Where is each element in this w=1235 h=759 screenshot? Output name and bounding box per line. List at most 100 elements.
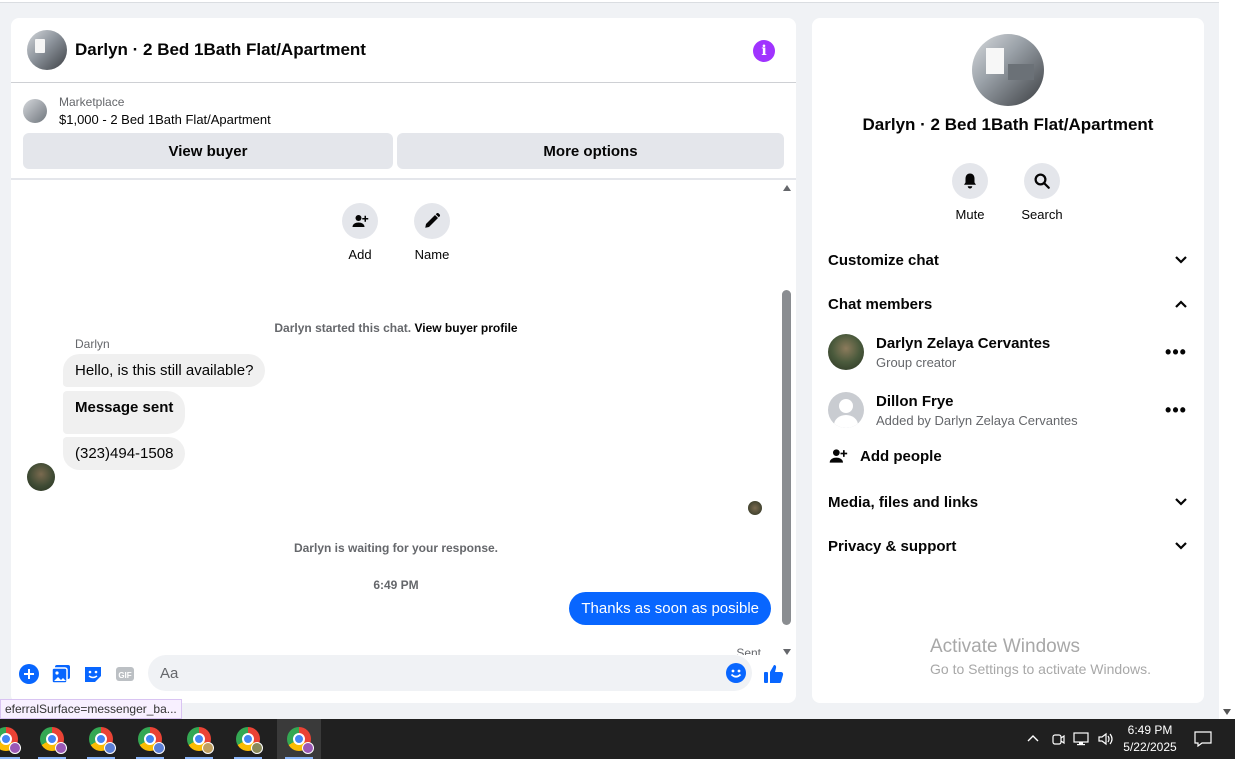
sender-name: Darlyn (75, 337, 110, 351)
privacy-label: Privacy & support (828, 537, 957, 555)
clock-time: 6:49 PM (1127, 723, 1173, 737)
watermark-title: Activate Windows (930, 636, 1080, 657)
taskbar-chrome-app[interactable] (128, 719, 172, 759)
chrome-icon (40, 727, 67, 754)
photo-icon[interactable] (51, 664, 71, 684)
volume-icon[interactable] (1097, 719, 1115, 759)
taskbar-chrome-app-active[interactable] (277, 719, 321, 759)
plus-circle-icon[interactable] (19, 664, 39, 684)
page-scrollbar[interactable] (1219, 0, 1235, 719)
show-hidden-icons[interactable] (1026, 719, 1040, 759)
notification-icon[interactable] (1194, 719, 1212, 759)
media-section[interactable]: Media, files and links (828, 490, 1188, 514)
thumbs-up-icon[interactable] (763, 663, 785, 685)
taskbar-chrome-app[interactable] (79, 719, 123, 759)
panel-avatar[interactable] (972, 34, 1044, 106)
message-input-wrapper[interactable] (148, 655, 752, 691)
media-label: Media, files and links (828, 493, 979, 511)
chevron-down-icon (1175, 256, 1187, 264)
message-input[interactable] (160, 664, 700, 682)
bell-icon[interactable] (952, 163, 988, 199)
scrollbar-thumb[interactable] (782, 290, 791, 625)
listing-thumbnail (23, 99, 47, 123)
waiting-notice: Darlyn is waiting for your response. (293, 541, 499, 555)
more-horizontal-icon[interactable]: ••• (1164, 342, 1188, 363)
mute-label: Mute (955, 207, 985, 222)
marketplace-label: Marketplace (59, 95, 125, 109)
more-horizontal-icon[interactable]: ••• (1164, 400, 1188, 421)
chrome-icon (236, 727, 263, 754)
more-options-button[interactable]: More options (397, 133, 784, 169)
view-buyer-button[interactable]: View buyer (23, 133, 393, 169)
member-item[interactable]: Dillon Frye Added by Darlyn Zelaya Cerva… (828, 390, 1188, 430)
add-label: Add (348, 247, 372, 262)
chat-header: Darlyn · 2 Bed 1Bath Flat/Apartment i (11, 18, 796, 83)
link-status-tooltip: eferralSurface=messenger_ba... (0, 699, 182, 719)
sticker-icon[interactable] (83, 664, 103, 684)
outgoing-message[interactable]: Thanks as soon as posible (569, 592, 771, 625)
message-composer: GIF (11, 655, 796, 703)
mute-action[interactable]: Mute (938, 163, 1002, 222)
taskbar-chrome-app[interactable] (177, 719, 221, 759)
member-avatar[interactable] (828, 334, 864, 370)
member-item[interactable]: Darlyn Zelaya Cervantes Group creator ••… (828, 332, 1188, 372)
add-people-button[interactable]: Add people (828, 446, 942, 466)
chevron-up-icon (1027, 735, 1039, 742)
member-name: Dillon Frye (876, 392, 954, 410)
gif-icon[interactable]: GIF (115, 664, 135, 684)
system-clock[interactable]: 6:49 PM 5/22/2025 (1118, 722, 1182, 756)
incoming-message[interactable]: Hello, is this still available? (63, 354, 266, 387)
incoming-message[interactable]: Message sent (63, 391, 186, 434)
incoming-message[interactable]: (323)494-1508 (63, 437, 186, 470)
chat-title[interactable]: Darlyn · 2 Bed 1Bath Flat/Apartment (75, 40, 366, 60)
message-list: Add Name Darlyn started this chat. View … (11, 180, 796, 655)
add-person-icon (829, 449, 848, 463)
search-label: Search (1021, 207, 1063, 222)
chrome-icon (187, 727, 214, 754)
meet-now-icon[interactable] (1050, 719, 1066, 759)
listing-price-title: $1,000 - 2 Bed 1Bath Flat/Apartment (59, 112, 271, 127)
browser-top-strip (0, 0, 1219, 3)
seen-indicator-avatar (748, 501, 762, 515)
taskbar-chrome-app[interactable] (226, 719, 270, 759)
message-scrollbar[interactable] (782, 183, 796, 655)
chevron-up-icon (1175, 300, 1187, 308)
scroll-up-arrow-icon[interactable] (783, 185, 791, 191)
search-action[interactable]: Search (1010, 163, 1074, 222)
name-chat-action[interactable]: Name (402, 203, 462, 262)
member-avatar[interactable] (828, 392, 864, 428)
chat-members-section[interactable]: Chat members (828, 292, 1188, 316)
chrome-icon (0, 727, 21, 754)
taskbar-chrome-app[interactable] (30, 719, 74, 759)
info-icon[interactable]: i (753, 40, 775, 62)
scroll-down-arrow-icon[interactable] (1223, 709, 1231, 715)
add-person-icon[interactable] (342, 203, 378, 239)
marketplace-listing[interactable]: Marketplace $1,000 - 2 Bed 1Bath Flat/Ap… (23, 95, 271, 127)
chat-avatar[interactable] (27, 30, 67, 70)
panel-title: Darlyn · 2 Bed 1Bath Flat/Apartment (862, 115, 1154, 134)
chevron-down-icon (1175, 542, 1187, 550)
sender-avatar[interactable] (27, 463, 55, 491)
message-timestamp: 6:49 PM (373, 578, 419, 592)
watermark-subtitle: Go to Settings to activate Windows. (930, 661, 1151, 677)
gif-label: GIF (118, 671, 131, 680)
emoji-icon[interactable] (726, 663, 746, 688)
chrome-icon (287, 727, 314, 754)
taskbar-chrome-app[interactable] (0, 719, 28, 759)
pencil-icon[interactable] (414, 203, 450, 239)
chevron-down-icon (1175, 498, 1187, 506)
customize-chat-section[interactable]: Customize chat (828, 248, 1188, 272)
add-people-label: Add people (860, 447, 942, 465)
network-icon[interactable] (1073, 719, 1091, 759)
privacy-section[interactable]: Privacy & support (828, 534, 1188, 558)
view-buyer-profile-link[interactable]: View buyer profile (414, 321, 517, 335)
add-member-action[interactable]: Add (330, 203, 390, 262)
search-icon[interactable] (1024, 163, 1060, 199)
clock-date: 5/22/2025 (1123, 740, 1177, 754)
chat-window: Darlyn · 2 Bed 1Bath Flat/Apartment i Ma… (11, 18, 796, 703)
name-label: Name (414, 247, 450, 262)
chat-members-label: Chat members (828, 295, 933, 313)
chrome-icon (138, 727, 165, 754)
chrome-icon (89, 727, 116, 754)
chat-info-panel: Darlyn · 2 Bed 1Bath Flat/Apartment Mute… (812, 18, 1204, 703)
